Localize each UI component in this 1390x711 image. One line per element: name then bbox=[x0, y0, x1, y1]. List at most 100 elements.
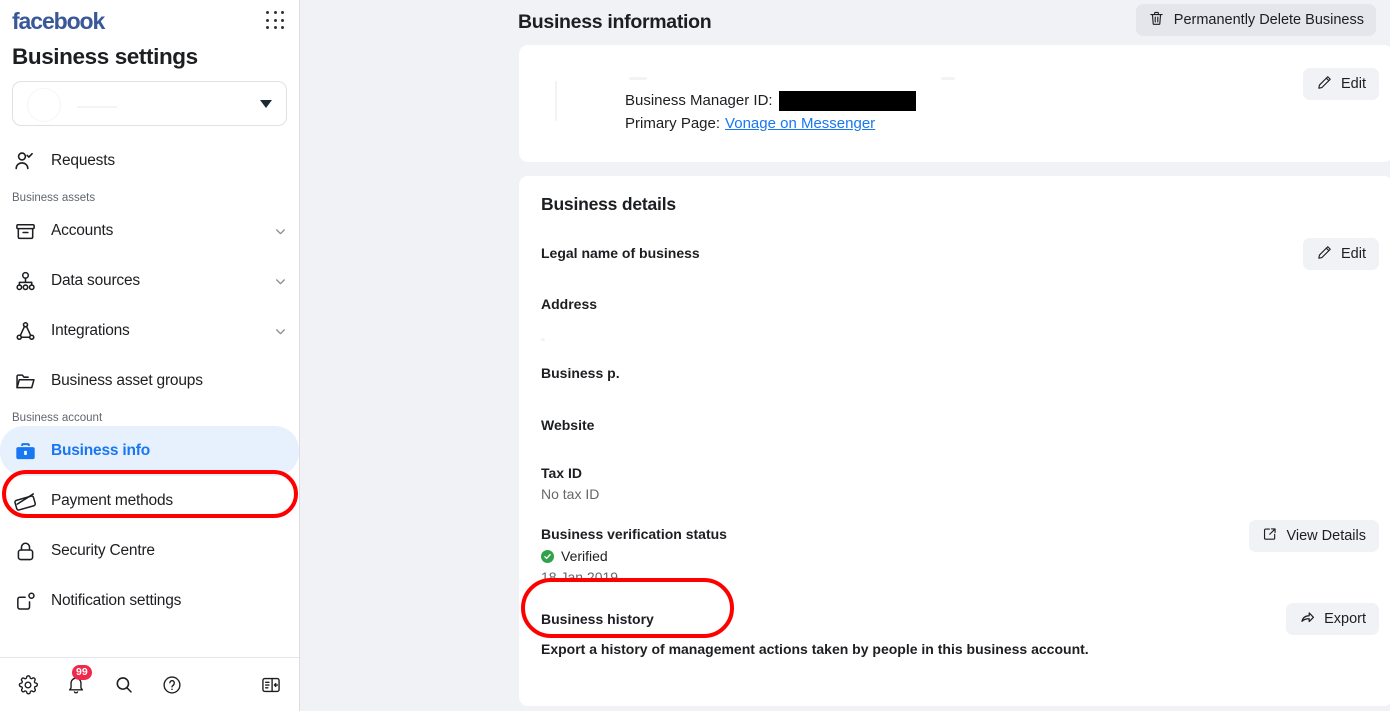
sidebar-item-requests[interactable]: Requests bbox=[0, 136, 299, 186]
sidebar-nav: Requests Business assets Accounts Data s… bbox=[0, 136, 299, 626]
business-details-title: Business details bbox=[541, 194, 676, 214]
business-manager-id-redacted-value bbox=[778, 90, 916, 111]
gear-icon[interactable] bbox=[16, 673, 40, 697]
sidebar-item-security-centre[interactable]: Security Centre bbox=[0, 526, 299, 576]
grid-apps-icon[interactable] bbox=[265, 10, 287, 32]
field-label: Tax ID bbox=[541, 465, 582, 481]
lock-icon bbox=[12, 538, 38, 564]
status-badge: Verified bbox=[541, 548, 1371, 564]
sidebar-item-label: Security Centre bbox=[51, 542, 155, 559]
field-label: Address bbox=[541, 296, 598, 312]
field-tax-id: Tax ID No tax ID bbox=[541, 465, 1371, 502]
sidebar-item-accounts[interactable]: Accounts bbox=[0, 206, 299, 256]
export-button[interactable]: Export bbox=[1286, 603, 1379, 635]
business-details-card: Business details Edit Legal name of busi… bbox=[519, 176, 1390, 706]
field-website: Website bbox=[541, 417, 1371, 433]
pencil-icon bbox=[1316, 244, 1333, 265]
business-name-placeholder bbox=[629, 77, 647, 80]
sidebar-item-label: Integrations bbox=[51, 322, 130, 339]
facebook-logo[interactable]: facebook bbox=[12, 9, 105, 33]
trash-icon bbox=[1148, 10, 1165, 31]
verification-status-text: Verified bbox=[561, 548, 608, 564]
primary-page-row: Primary Page: Vonage on Messenger bbox=[625, 112, 916, 135]
question-circle-icon[interactable] bbox=[160, 673, 184, 697]
sidebar-item-label: Data sources bbox=[51, 272, 140, 289]
briefcase-icon bbox=[12, 438, 38, 464]
sidebar-item-label: Business info bbox=[51, 442, 151, 459]
sidebar-item-label: Payment methods bbox=[51, 492, 173, 509]
field-label: Legal name of business bbox=[541, 245, 700, 261]
permanently-delete-business-label: Permanently Delete Business bbox=[1173, 12, 1364, 28]
chevron-down-icon bbox=[260, 99, 272, 108]
sidebar-section-business-account: Business account bbox=[12, 412, 103, 424]
data-sources-icon bbox=[12, 268, 38, 294]
sidebar-header: facebook Business settings bbox=[0, 0, 299, 126]
business-name-placeholder bbox=[77, 106, 117, 108]
edit-label: Edit bbox=[1341, 246, 1366, 262]
brand-row: facebook bbox=[12, 6, 287, 36]
business-manager-id-label: Business Manager ID: bbox=[625, 92, 773, 109]
sidebar-item-label: Accounts bbox=[51, 222, 114, 239]
export-label: Export bbox=[1324, 611, 1366, 627]
chevron-down-icon[interactable] bbox=[274, 325, 287, 338]
pencil-icon bbox=[1316, 74, 1333, 95]
sidebar-item-payment-methods[interactable]: Payment methods bbox=[0, 476, 299, 526]
primary-page-link[interactable]: Vonage on Messenger bbox=[725, 112, 875, 135]
chevron-down-icon[interactable] bbox=[274, 225, 287, 238]
sidebar-item-data-sources[interactable]: Data sources bbox=[0, 256, 299, 306]
bell-icon[interactable]: 99 bbox=[64, 664, 92, 697]
address-value-placeholder bbox=[541, 338, 545, 341]
permanently-delete-business-button[interactable]: Permanently Delete Business bbox=[1135, 4, 1376, 36]
notification-badge: 99 bbox=[72, 664, 92, 680]
verification-date: 18 Jan 2019 bbox=[541, 569, 619, 585]
main-title: Business information bbox=[518, 11, 712, 33]
view-details-button[interactable]: View Details bbox=[1249, 520, 1379, 552]
page-title: Business settings bbox=[12, 44, 198, 69]
view-details-label: View Details bbox=[1286, 528, 1366, 544]
main-content: Business information Permanently Delete … bbox=[300, 0, 1390, 711]
sidebar-bottom-toolbar: 99 bbox=[0, 657, 299, 711]
sidebar-item-business-info[interactable]: Business info bbox=[0, 426, 299, 476]
field-business-history: Business history Export a history of man… bbox=[541, 603, 1379, 657]
archive-box-icon bbox=[12, 218, 38, 244]
business-name-placeholder-2 bbox=[941, 77, 955, 80]
sidebar-item-label: Notification settings bbox=[51, 592, 182, 609]
sidebar-item-integrations[interactable]: Integrations bbox=[0, 306, 299, 356]
check-circle-icon bbox=[541, 549, 554, 563]
sidebar-item-label: Requests bbox=[51, 152, 115, 169]
edit-label: Edit bbox=[1341, 76, 1366, 92]
edit-business-info-button[interactable]: Edit bbox=[1303, 68, 1379, 100]
share-arrow-icon bbox=[1299, 609, 1316, 630]
field-value: No tax ID bbox=[541, 486, 600, 502]
credit-card-icon bbox=[12, 488, 38, 514]
person-check-icon bbox=[12, 148, 38, 174]
field-label: Website bbox=[541, 417, 595, 433]
chevron-down-icon[interactable] bbox=[274, 275, 287, 288]
external-link-icon bbox=[1262, 526, 1278, 546]
business-identity-lines: Business Manager ID: Primary Page: Vonag… bbox=[625, 89, 916, 135]
sidebar-item-notification-settings[interactable]: Notification settings bbox=[0, 576, 299, 626]
business-settings-page: facebook Business settings Requests Busi… bbox=[0, 0, 1390, 711]
field-address: Address bbox=[541, 296, 1371, 350]
history-label: Business history bbox=[541, 611, 654, 627]
field-legal-name: Legal name of business bbox=[541, 245, 1371, 261]
field-verification-status: Business verification status Verified 18… bbox=[541, 520, 1379, 585]
notification-icon bbox=[12, 588, 38, 614]
business-avatar-placeholder bbox=[27, 88, 61, 122]
business-manager-id-row: Business Manager ID: bbox=[625, 89, 916, 112]
integrations-icon bbox=[12, 318, 38, 344]
field-label: Business p. bbox=[541, 365, 620, 381]
primary-page-label: Primary Page: bbox=[625, 115, 721, 132]
avatar-placeholder bbox=[555, 81, 557, 121]
sidebar-item-business-asset-groups[interactable]: Business asset groups bbox=[0, 356, 299, 406]
sidebar-item-label: Business asset groups bbox=[51, 372, 203, 389]
sidebar: facebook Business settings Requests Busi… bbox=[0, 0, 300, 711]
edit-business-details-button[interactable]: Edit bbox=[1303, 238, 1379, 270]
panel-toggle-icon[interactable] bbox=[259, 673, 283, 697]
search-icon[interactable] bbox=[112, 673, 136, 697]
business-info-card: Business Manager ID: Primary Page: Vonag… bbox=[519, 45, 1390, 162]
history-description: Export a history of management actions t… bbox=[541, 641, 1089, 657]
business-selector[interactable] bbox=[12, 81, 287, 126]
sidebar-section-business-assets: Business assets bbox=[12, 192, 96, 204]
main-header: Business information Permanently Delete … bbox=[300, 0, 1390, 45]
